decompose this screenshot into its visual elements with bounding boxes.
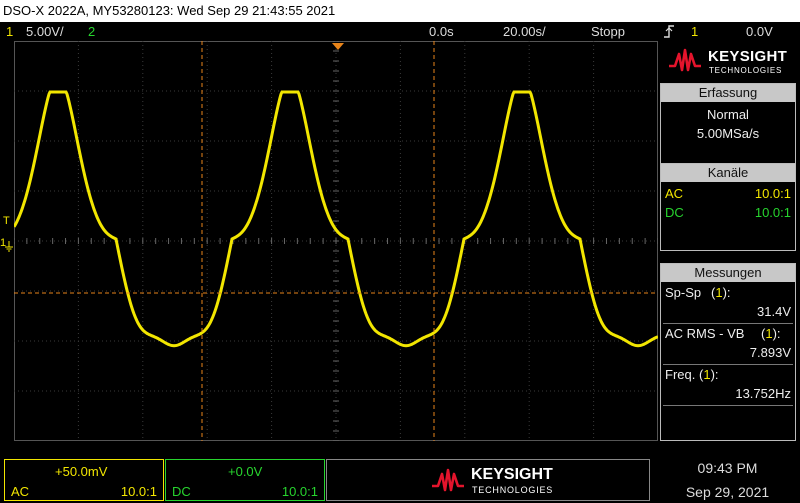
- ch1-probe-label: 10.0:1: [120, 484, 157, 499]
- bottom-logo-subtext: TECHNOLOGIES: [472, 485, 554, 495]
- meas-3-value: 13.752Hz: [663, 386, 793, 406]
- ch1-indicator[interactable]: 1: [6, 22, 13, 41]
- ch1-probe: 10.0:1: [754, 186, 791, 201]
- keysight-logo: KEYSIGHT TECHNOLOGIES: [660, 41, 796, 79]
- status-bar: 1 5.00V/ 2 0.0s 20.00s/ Stopp 1 0.0V: [0, 22, 800, 41]
- ch2-indicator[interactable]: 2: [88, 22, 95, 41]
- trigger-level-marker[interactable]: T: [3, 215, 10, 227]
- side-panel: KEYSIGHT TECHNOLOGIES Erfassung Normal 5…: [660, 41, 800, 441]
- ch2-softkey[interactable]: +0.0V DC 10.0:1: [165, 459, 325, 501]
- ch1-scale[interactable]: 5.00V/: [26, 22, 64, 41]
- channel-markers: T 1: [0, 215, 14, 255]
- run-state[interactable]: Stopp: [591, 22, 625, 41]
- meas-2-value: 7.893V: [663, 345, 793, 365]
- ch2-coupling-label: DC: [172, 484, 191, 499]
- keysight-wave-icon: [669, 48, 701, 72]
- time-scale[interactable]: 20.00s/: [503, 22, 546, 41]
- measurements-panel[interactable]: Messungen Sp-Sp (1): 31.4V AC RMS - VB (1)…: [660, 263, 796, 441]
- trigger-source[interactable]: 1: [691, 22, 698, 41]
- meas-1-value: 31.4V: [663, 304, 793, 324]
- ch1-softkey[interactable]: +50.0mV AC 10.0:1: [4, 459, 164, 501]
- clock-date: Sep 29, 2021: [685, 484, 770, 500]
- acquisition-title: Erfassung: [661, 84, 795, 102]
- waveform-canvas: [12, 40, 659, 442]
- time-offset[interactable]: 0.0s: [429, 22, 454, 41]
- channel-row-2: DC 10.0:1: [661, 205, 795, 224]
- ch1-trace: [12, 90, 659, 348]
- graticule: [13, 40, 659, 442]
- ch1-coupling: AC: [665, 186, 684, 201]
- ch2-probe: 10.0:1: [754, 205, 791, 220]
- sample-rate: 5.00MSa/s: [696, 126, 760, 141]
- ch2-coupling: DC: [665, 205, 684, 220]
- ch1-coupling-label: AC: [11, 484, 30, 499]
- clock-time: 09:43 PM: [697, 460, 758, 476]
- channel-row-1: AC 10.0:1: [661, 186, 795, 205]
- ground-icon: [5, 241, 13, 252]
- channels-panel[interactable]: Kanäle AC 10.0:1 DC 10.0:1: [660, 163, 796, 251]
- bottom-logo-box: KEYSIGHT TECHNOLOGIES: [326, 459, 650, 501]
- measurements-title: Messungen: [661, 264, 795, 282]
- ch2-probe-label: 10.0:1: [281, 484, 318, 499]
- trigger-level[interactable]: 0.0V: [746, 22, 773, 41]
- bottom-bar: +50.0mV AC 10.0:1 +0.0V DC 10.0:1 KEYSIG…: [0, 455, 800, 503]
- meas-3-label: Freq. (1):: [665, 367, 719, 382]
- acquisition-mode: Normal: [707, 107, 749, 122]
- trigger-position-marker[interactable]: [332, 43, 344, 50]
- ch2-offset: +0.0V: [228, 464, 263, 479]
- keysight-wave-icon: [432, 468, 464, 492]
- waveform-display[interactable]: [12, 40, 659, 442]
- logo-text: KEYSIGHT: [708, 48, 788, 65]
- ch1-offset: +50.0mV: [55, 464, 108, 479]
- bottom-logo-text: KEYSIGHT: [471, 466, 553, 483]
- meas-2-label: AC RMS - VB (1):: [665, 326, 781, 341]
- channels-title: Kanäle: [661, 164, 795, 182]
- window-title: DSO-X 2022A, MY53280123: Wed Sep 29 21:4…: [0, 0, 800, 22]
- meas-1-label: Sp-Sp (1):: [665, 285, 731, 300]
- logo-subtext: TECHNOLOGIES: [709, 66, 783, 75]
